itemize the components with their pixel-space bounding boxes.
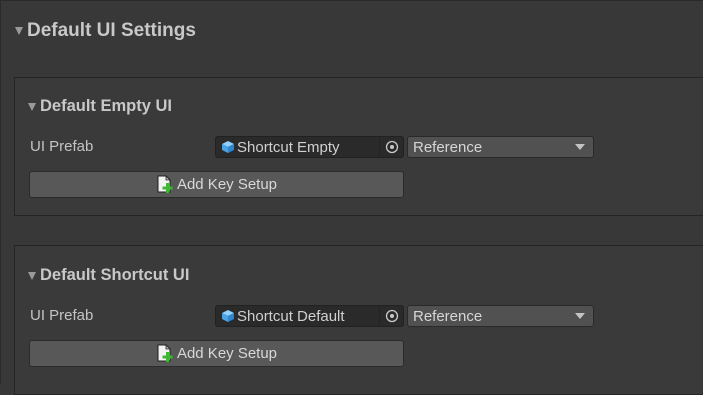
object-picker-button[interactable]	[379, 306, 403, 326]
add-key-setup-button[interactable]: Add Key Setup	[29, 340, 404, 367]
reference-mode-dropdown[interactable]: Reference	[407, 136, 594, 158]
button-label: Add Key Setup	[176, 345, 278, 362]
object-picker-icon	[385, 140, 398, 154]
object-picker-button[interactable]	[379, 137, 403, 157]
dropdown-value: Reference	[413, 138, 483, 156]
ui-prefab-object-field[interactable]: Shortcut Default	[215, 305, 404, 327]
default-ui-settings-foldout[interactable]: Default UI Settings	[15, 20, 196, 42]
default-empty-ui-foldout[interactable]: Default Empty UI	[28, 97, 172, 116]
ui-prefab-label: UI Prefab	[30, 307, 94, 324]
prefab-cube-icon	[222, 310, 234, 322]
triangle-down-icon	[28, 102, 36, 111]
chevron-down-icon	[575, 144, 585, 150]
ui-prefab-label: UI Prefab	[30, 138, 94, 155]
inspector-window: Default UI Settings Default Empty UI UI …	[0, 0, 703, 395]
object-field-value: Shortcut Default	[237, 307, 345, 325]
add-document-icon	[157, 175, 173, 193]
reference-mode-dropdown[interactable]: Reference	[407, 305, 594, 327]
triangle-down-icon	[15, 27, 23, 35]
panel-title: Default Empty UI	[40, 97, 173, 115]
default-shortcut-ui-foldout[interactable]: Default Shortcut UI	[28, 266, 189, 285]
section-title: Default UI Settings	[27, 20, 196, 41]
default-shortcut-ui-panel: Default Shortcut UI UI Prefab Shortcut D…	[14, 245, 703, 395]
object-field-value: Shortcut Empty	[237, 138, 340, 156]
triangle-down-icon	[28, 271, 36, 280]
dropdown-value: Reference	[413, 307, 483, 325]
panel-title: Default Shortcut UI	[40, 266, 190, 284]
object-picker-icon	[385, 309, 398, 323]
button-label: Add Key Setup	[176, 176, 278, 193]
add-key-setup-button[interactable]: Add Key Setup	[29, 171, 404, 198]
default-empty-ui-panel: Default Empty UI UI Prefab Shortcut Empt…	[14, 77, 703, 216]
ui-prefab-object-field[interactable]: Shortcut Empty	[215, 136, 404, 158]
add-document-icon	[157, 344, 173, 362]
prefab-cube-icon	[222, 141, 234, 153]
chevron-down-icon	[575, 313, 585, 319]
